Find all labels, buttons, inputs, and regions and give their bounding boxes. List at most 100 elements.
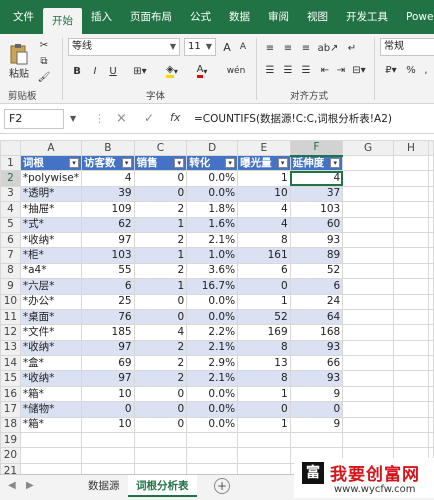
cell[interactable]: 1 <box>133 247 188 264</box>
cell[interactable]: 6 <box>81 278 135 295</box>
cell[interactable] <box>392 355 430 372</box>
cell[interactable] <box>428 170 434 187</box>
cell[interactable] <box>342 385 394 403</box>
cell[interactable] <box>392 324 430 341</box>
cell[interactable]: 16.7% <box>186 278 239 295</box>
fill-color-button[interactable]: ◈ ▾ <box>160 62 184 80</box>
cell[interactable] <box>392 216 430 233</box>
cell[interactable]: 1 <box>237 293 291 310</box>
tab-4[interactable]: 公式 <box>181 6 220 28</box>
row-header[interactable]: 20 <box>0 447 21 464</box>
cell[interactable]: 93 <box>289 339 344 357</box>
table-header-cell[interactable]: ▾ 转化 <box>186 154 239 172</box>
tab-5[interactable]: 数据 <box>220 6 259 28</box>
wrap-text-button[interactable]: ↵ <box>344 40 360 56</box>
cell[interactable] <box>428 154 434 172</box>
column-header-c[interactable]: C <box>133 140 188 156</box>
table-header-cell[interactable]: ▾ 曝光量 <box>237 154 291 172</box>
comma-button[interactable]: , <box>420 62 432 78</box>
cell[interactable]: *收纳* <box>19 339 83 357</box>
cell[interactable]: 93 <box>289 370 344 387</box>
cell[interactable] <box>81 432 135 449</box>
cell[interactable]: 169 <box>237 324 291 341</box>
cell[interactable]: *式* <box>19 216 83 233</box>
sheet-tab-root-analysis[interactable]: 词根分析表 <box>128 475 197 497</box>
table-header-cell[interactable]: ▾ 延伸度 <box>289 154 344 172</box>
merge-button[interactable]: ⊟▾ <box>350 62 368 78</box>
cell[interactable] <box>392 278 430 295</box>
cell[interactable]: *柜* <box>19 247 83 264</box>
cell[interactable]: 0 <box>133 170 188 187</box>
cell[interactable] <box>342 247 394 264</box>
cell[interactable]: 103 <box>289 201 344 218</box>
tab-6[interactable]: 审阅 <box>259 6 298 28</box>
row-header[interactable]: 10 <box>0 293 21 310</box>
cell[interactable]: 2.9% <box>186 355 239 372</box>
cell[interactable] <box>133 462 188 474</box>
tab-0[interactable]: 文件 <box>4 6 43 28</box>
cell[interactable]: 97 <box>81 339 135 357</box>
cell[interactable]: 10 <box>81 385 135 403</box>
shrink-font-button[interactable]: A <box>236 38 250 56</box>
paste-button[interactable]: 粘贴 <box>6 38 32 84</box>
indent-increase-button[interactable]: ⇥ <box>334 62 348 78</box>
worksheet-grid[interactable]: ABCDEFGH 1 ▾ 词根 ▾ 访客数 ▾ 销售 ▾ 转化 ▾ 曝光量 ▾ 延伸度 2 *polywis… <box>0 140 434 474</box>
column-header-h[interactable]: H <box>392 140 430 156</box>
cell[interactable]: 39 <box>81 185 135 203</box>
cell[interactable] <box>392 293 430 310</box>
cell[interactable] <box>237 432 291 449</box>
copy-button[interactable]: ⧉ <box>36 54 52 68</box>
column-header-b[interactable]: B <box>81 140 135 156</box>
cell[interactable]: 37 <box>289 185 344 203</box>
cell[interactable]: 0 <box>81 401 135 418</box>
cell[interactable] <box>81 462 135 474</box>
borders-button[interactable]: ⊞▾ <box>128 62 152 80</box>
cell[interactable] <box>186 447 239 464</box>
row-header[interactable]: 4 <box>0 201 21 218</box>
cell[interactable] <box>342 262 394 280</box>
row-header[interactable]: 7 <box>0 247 21 264</box>
cell[interactable] <box>428 432 434 449</box>
cell[interactable] <box>19 432 83 449</box>
cell[interactable] <box>342 293 394 310</box>
cell[interactable]: 6 <box>237 262 291 280</box>
row-header[interactable]: 3 <box>0 185 21 203</box>
cell[interactable]: 8 <box>237 370 291 387</box>
cell[interactable]: *盒* <box>19 355 83 372</box>
cell[interactable] <box>237 462 291 474</box>
cell[interactable] <box>186 432 239 449</box>
cell[interactable]: 2 <box>133 231 188 249</box>
cell[interactable]: 13 <box>237 355 291 372</box>
cell[interactable] <box>392 247 430 264</box>
format-painter-button[interactable]: 🖌 <box>36 70 52 84</box>
cell[interactable]: 168 <box>289 324 344 341</box>
row-header[interactable]: 6 <box>0 231 21 249</box>
cell[interactable]: 52 <box>237 308 291 326</box>
cell[interactable]: 2.1% <box>186 339 239 357</box>
name-box[interactable]: F2 <box>4 109 64 129</box>
column-header-e[interactable]: E <box>237 140 291 156</box>
cell[interactable]: 1 <box>133 278 188 295</box>
tab-7[interactable]: 视图 <box>298 6 337 28</box>
cell[interactable] <box>392 370 430 387</box>
cell[interactable]: 2 <box>133 262 188 280</box>
cell[interactable] <box>392 385 430 403</box>
cell[interactable] <box>428 216 434 233</box>
cell[interactable]: *透明* <box>19 185 83 203</box>
filter-dropdown-icon[interactable]: ▾ <box>277 157 288 168</box>
name-box-dropdown-icon[interactable]: ▼ <box>70 114 76 123</box>
cell[interactable]: 0.0% <box>186 185 239 203</box>
cell[interactable] <box>428 278 434 295</box>
cell[interactable]: 0 <box>237 278 291 295</box>
cell[interactable]: *收纳* <box>19 370 83 387</box>
insert-function-icon[interactable]: fx <box>170 111 180 124</box>
cell[interactable]: 103 <box>81 247 135 264</box>
sheet-tab-data-source[interactable]: 数据源 <box>80 475 128 497</box>
cell[interactable]: 2 <box>133 201 188 218</box>
cell[interactable] <box>392 201 430 218</box>
cell[interactable] <box>342 355 394 372</box>
phonetic-button[interactable]: wén <box>222 62 250 80</box>
cell[interactable] <box>133 447 188 464</box>
cell[interactable]: *抽屉* <box>19 201 83 218</box>
cell[interactable]: 0 <box>133 401 188 418</box>
